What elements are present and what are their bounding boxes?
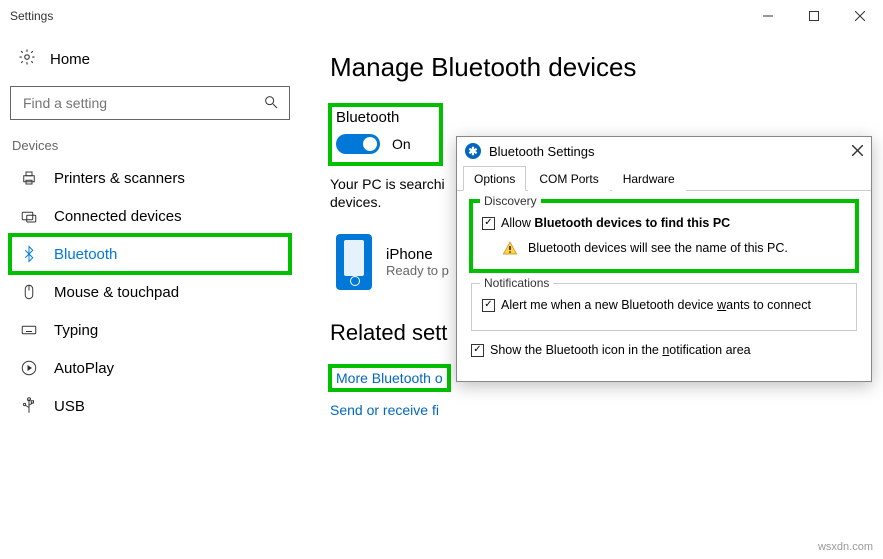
- dialog-close-button[interactable]: [852, 143, 863, 159]
- keyboard-icon: [20, 321, 38, 339]
- dialog-title: Bluetooth Settings: [489, 144, 595, 159]
- phone-icon: [336, 234, 372, 290]
- search-box[interactable]: [10, 86, 290, 120]
- close-button[interactable]: [837, 0, 883, 32]
- allow-discovery-label: Allow Bluetooth devices to find this PC: [501, 216, 730, 230]
- discovery-warning: Bluetooth devices will see the name of t…: [482, 240, 846, 256]
- sidebar-item-bluetooth[interactable]: Bluetooth: [10, 235, 290, 273]
- discovery-legend: Discovery: [480, 194, 541, 208]
- sidebar: Home Devices Printers & scanners Connect…: [0, 32, 300, 559]
- sidebar-item-label: Connected devices: [54, 208, 182, 225]
- bluetooth-icon: [20, 245, 38, 263]
- window-titlebar: Settings: [0, 0, 883, 32]
- show-bt-icon-checkbox[interactable]: ✓: [471, 344, 484, 357]
- bluetooth-settings-dialog: ✱ Bluetooth Settings Options COM Ports H…: [456, 136, 872, 382]
- link-send-receive-files[interactable]: Send or receive fi: [330, 402, 439, 418]
- sidebar-item-label: AutoPlay: [54, 360, 114, 377]
- bluetooth-toggle-state: On: [392, 136, 411, 152]
- device-name: iPhone: [386, 246, 449, 263]
- window-controls: [745, 0, 883, 32]
- bluetooth-toggle-block: Bluetooth On: [330, 105, 441, 164]
- gear-icon: [18, 48, 36, 70]
- window-title: Settings: [10, 9, 53, 23]
- alert-new-device-checkbox[interactable]: ✓: [482, 299, 495, 312]
- sidebar-item-autoplay[interactable]: AutoPlay: [10, 349, 290, 387]
- bluetooth-toggle[interactable]: [336, 134, 380, 154]
- alert-new-device-row[interactable]: ✓ Alert me when a new Bluetooth device w…: [482, 298, 846, 312]
- tab-options[interactable]: Options: [463, 166, 526, 191]
- sidebar-section-label: Devices: [12, 138, 290, 153]
- device-status: Ready to p: [386, 263, 449, 278]
- discovery-group: Discovery ✓ Allow Bluetooth devices to f…: [471, 201, 857, 271]
- connected-icon: [20, 207, 38, 225]
- search-input[interactable]: [21, 94, 263, 112]
- sidebar-item-printers[interactable]: Printers & scanners: [10, 159, 290, 197]
- usb-icon: [20, 397, 38, 415]
- search-icon: [263, 94, 279, 113]
- show-bt-icon-label: Show the Bluetooth icon in the notificat…: [490, 343, 751, 357]
- allow-discovery-checkbox[interactable]: ✓: [482, 217, 495, 230]
- tab-hardware[interactable]: Hardware: [612, 166, 686, 191]
- autoplay-icon: [20, 359, 38, 377]
- sidebar-item-label: USB: [54, 398, 85, 415]
- source-watermark: wsxdn.com: [818, 541, 873, 553]
- warning-icon: [502, 240, 518, 256]
- sidebar-item-label: Printers & scanners: [54, 170, 185, 187]
- bluetooth-icon: ✱: [465, 143, 481, 159]
- printer-icon: [20, 169, 38, 187]
- link-more-bluetooth-options[interactable]: More Bluetooth o: [330, 366, 449, 390]
- sidebar-item-connected[interactable]: Connected devices: [10, 197, 290, 235]
- mouse-icon: [20, 283, 38, 301]
- sidebar-item-label: Typing: [54, 322, 98, 339]
- sidebar-item-typing[interactable]: Typing: [10, 311, 290, 349]
- bluetooth-toggle-label: Bluetooth: [336, 109, 411, 126]
- page-title: Manage Bluetooth devices: [330, 52, 873, 83]
- allow-discovery-row[interactable]: ✓ Allow Bluetooth devices to find this P…: [482, 216, 846, 230]
- show-bt-icon-row[interactable]: ✓ Show the Bluetooth icon in the notific…: [471, 343, 857, 357]
- notifications-group: Notifications ✓ Alert me when a new Blue…: [471, 283, 857, 331]
- dialog-titlebar: ✱ Bluetooth Settings: [457, 137, 871, 165]
- tab-com-ports[interactable]: COM Ports: [528, 166, 609, 191]
- alert-new-device-label: Alert me when a new Bluetooth device wan…: [501, 298, 811, 312]
- sidebar-item-usb[interactable]: USB: [10, 387, 290, 425]
- dialog-tabs: Options COM Ports Hardware: [457, 165, 871, 191]
- discovery-warning-text: Bluetooth devices will see the name of t…: [528, 241, 788, 255]
- notifications-legend: Notifications: [480, 276, 553, 290]
- minimize-button[interactable]: [745, 0, 791, 32]
- sidebar-item-mouse[interactable]: Mouse & touchpad: [10, 273, 290, 311]
- sidebar-item-label: Mouse & touchpad: [54, 284, 179, 301]
- maximize-button[interactable]: [791, 0, 837, 32]
- home-nav[interactable]: Home: [10, 42, 290, 86]
- home-label: Home: [50, 51, 90, 68]
- sidebar-item-label: Bluetooth: [54, 246, 117, 263]
